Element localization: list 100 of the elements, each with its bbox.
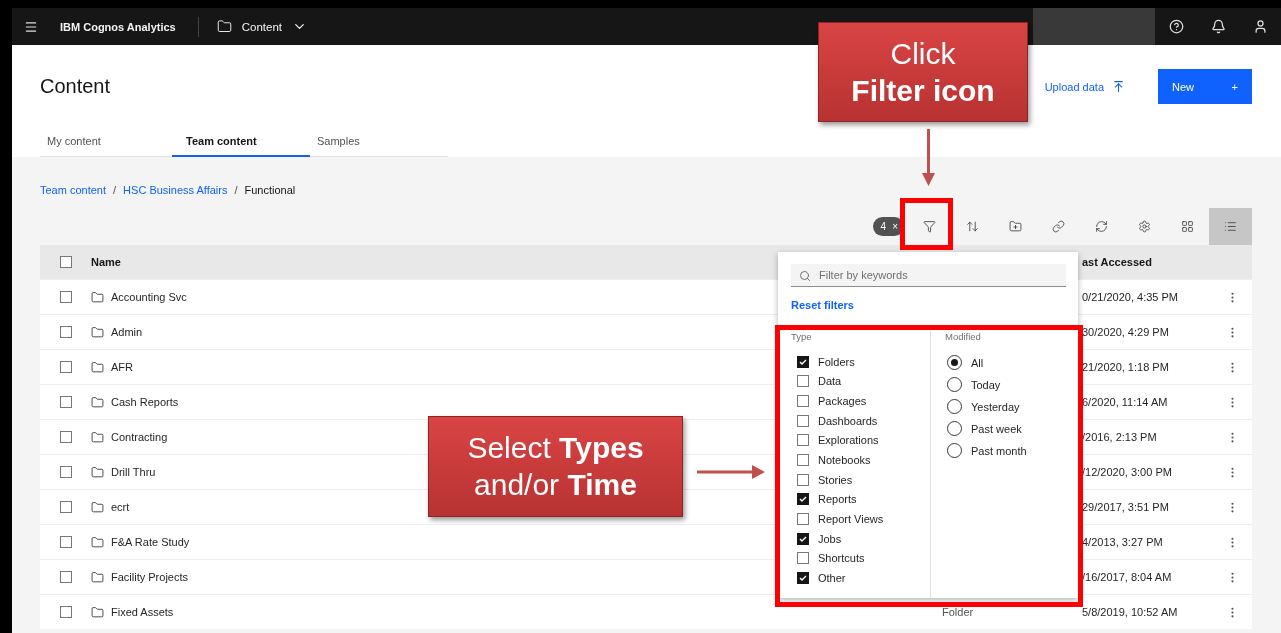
item-name[interactable]: Drill Thru <box>111 466 156 478</box>
type-checkbox[interactable] <box>797 493 809 506</box>
row-checkbox[interactable] <box>59 571 72 583</box>
row-checkbox[interactable] <box>59 501 72 513</box>
breadcrumb-link[interactable]: HSC Business Affairs <box>123 184 228 196</box>
folder-icon <box>91 395 104 409</box>
item-name[interactable]: Facility Projects <box>111 571 189 583</box>
radio-label: Past month <box>971 444 1027 457</box>
checkbox-label: Jobs <box>818 532 842 545</box>
highlight-frame <box>900 198 953 250</box>
link-icon <box>1052 220 1065 233</box>
item-name[interactable]: Cash Reports <box>111 396 179 408</box>
checkmark-icon <box>799 575 807 582</box>
folder-icon <box>91 325 104 339</box>
new-button[interactable]: New + <box>1158 69 1252 104</box>
row-checkbox[interactable] <box>59 361 72 373</box>
row-checkbox[interactable] <box>59 606 72 618</box>
item-name[interactable]: Contracting <box>111 431 168 443</box>
radio-button[interactable] <box>947 421 962 437</box>
checkbox-label: Explorations <box>818 434 879 447</box>
help-icon <box>1168 19 1184 34</box>
radio-label: All <box>971 356 984 369</box>
reset-filters-link[interactable]: Reset filters <box>791 298 1066 311</box>
breadcrumb-current: Functional <box>244 184 296 196</box>
folder-icon <box>91 430 104 444</box>
folder-icon <box>91 500 104 514</box>
bell-icon <box>1210 19 1226 34</box>
row-checkbox[interactable] <box>59 396 72 408</box>
checkbox-label: Reports <box>818 493 857 506</box>
type-checkbox[interactable] <box>797 394 809 407</box>
folder-icon <box>91 360 104 374</box>
item-name[interactable]: ecrt <box>111 501 130 513</box>
radio-button[interactable] <box>947 399 962 415</box>
checkmark-icon <box>799 358 807 365</box>
page-title: Content <box>40 75 111 98</box>
row-checkbox[interactable] <box>59 291 72 303</box>
type-checkbox[interactable] <box>797 552 809 565</box>
checkbox-label: Shortcuts <box>818 552 865 565</box>
sort-icon <box>966 220 979 233</box>
row-checkbox[interactable] <box>59 536 72 548</box>
radio-button[interactable] <box>947 443 962 459</box>
radio-label: Yesterday <box>971 400 1020 413</box>
upload-data-link[interactable]: Upload data <box>1044 80 1125 93</box>
type-checkbox[interactable] <box>797 473 809 486</box>
type-checkbox[interactable] <box>797 414 809 427</box>
filter-search-field[interactable]: Filter by keywords <box>791 264 1066 287</box>
breadcrumb-link[interactable]: Team content <box>40 184 107 196</box>
radio-button[interactable] <box>947 377 962 393</box>
row-checkbox[interactable] <box>59 326 72 338</box>
settings-icon <box>1138 220 1151 233</box>
radio-button[interactable] <box>947 355 962 371</box>
breadcrumb-separator: / <box>234 184 238 196</box>
user-icon <box>1252 19 1268 34</box>
arrow <box>697 465 765 479</box>
location-menu[interactable]: Content <box>198 19 307 34</box>
column-header[interactable]: Name <box>91 256 121 268</box>
radio-label: Today <box>971 378 1001 391</box>
type-checkbox[interactable] <box>797 532 809 545</box>
item-name[interactable]: F&A Rate Study <box>111 536 190 548</box>
date-cell: 30/2020, 4:29 PM <box>1082 326 1169 338</box>
checkbox-label: Report Views <box>818 513 884 526</box>
search-field[interactable] <box>1033 8 1155 45</box>
tab[interactable]: My content <box>40 127 172 157</box>
folder-icon <box>91 465 104 479</box>
type-checkbox[interactable] <box>797 572 809 585</box>
type-checkbox[interactable] <box>797 454 809 467</box>
folder-icon <box>91 570 104 584</box>
type-checkbox[interactable] <box>797 513 809 526</box>
type-heading: Type <box>791 330 813 342</box>
date-cell: /2016, 2:13 PM <box>1082 431 1157 443</box>
folder-icon <box>91 535 104 549</box>
search-icon <box>799 270 811 282</box>
tab[interactable]: Samples <box>310 127 442 157</box>
filter-icon <box>923 220 936 233</box>
date-cell: 5/8/2019, 10:52 AM <box>1082 606 1178 618</box>
item-name[interactable]: AFR <box>111 361 133 373</box>
breadcrumb-separator: / <box>113 184 117 196</box>
item-name[interactable]: Fixed Assets <box>111 606 174 618</box>
type-checkbox[interactable] <box>797 375 809 388</box>
item-name[interactable]: Admin <box>111 326 143 338</box>
date-cell: 6/2020, 11:14 AM <box>1082 396 1168 408</box>
row-checkbox[interactable] <box>59 466 72 478</box>
checkbox-label: Packages <box>818 394 867 407</box>
modified-heading: Modified <box>945 330 982 342</box>
item-name[interactable]: Accounting Svc <box>111 291 187 303</box>
row-checkbox[interactable] <box>59 431 72 443</box>
date-cell: 29/2017, 3:51 PM <box>1082 501 1169 513</box>
type-checkbox[interactable] <box>797 355 809 368</box>
refresh-icon <box>1095 220 1108 233</box>
checkbox-label: Dashboards <box>818 414 878 427</box>
folder-icon <box>91 290 104 304</box>
list-icon <box>1224 220 1237 233</box>
folder-icon <box>91 605 104 619</box>
arrow <box>921 129 935 186</box>
select-all-checkbox[interactable] <box>59 256 72 268</box>
date-cell: /12/2020, 3:00 PM <box>1082 466 1172 478</box>
checkbox-label: Notebooks <box>818 454 871 467</box>
type-checkbox[interactable] <box>797 434 809 447</box>
checkbox-label: Stories <box>818 473 853 486</box>
callout: Select Types and/or Time <box>428 416 683 517</box>
